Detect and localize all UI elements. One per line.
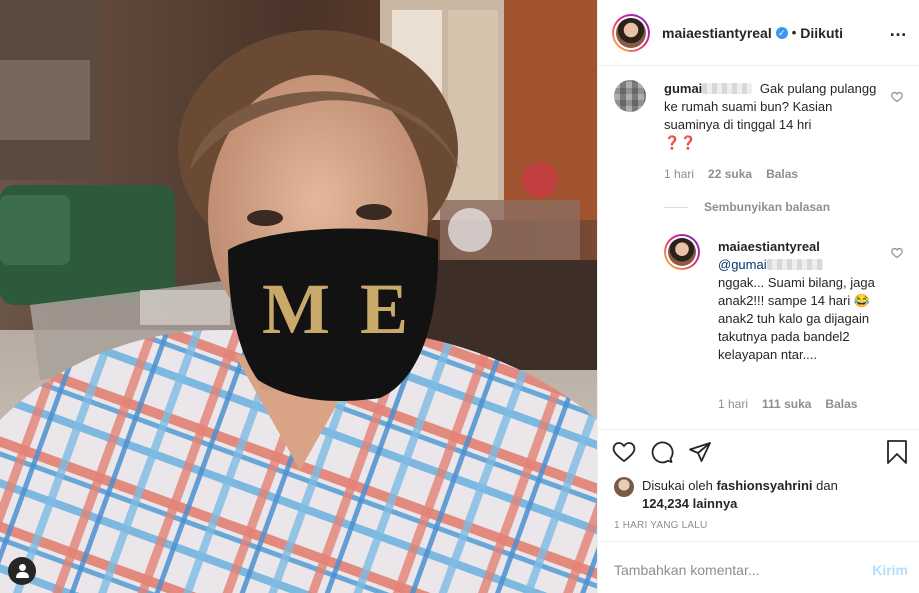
reply-text: maiaestiantyreal @gumai nggak... Suami b… xyxy=(718,238,888,364)
post-photo[interactable]: M E xyxy=(0,0,597,593)
post-side-panel: maiaestiantyreal ✓ • Diikuti … gumai Gak… xyxy=(597,0,919,593)
share-send-icon[interactable] xyxy=(688,440,712,464)
post-header: maiaestiantyreal ✓ • Diikuti … xyxy=(598,0,919,66)
separator-dot: • xyxy=(791,25,797,40)
comment-likes[interactable]: 22 suka xyxy=(708,167,752,181)
likes-count[interactable]: 124,234 lainnya xyxy=(642,496,737,511)
blurred-name xyxy=(702,83,753,94)
mask-letters: M E xyxy=(262,269,414,349)
likes-prefix: Disukai oleh xyxy=(642,478,713,493)
liker-username[interactable]: fashionsyahrini xyxy=(716,478,812,493)
reply-username[interactable]: maiaestiantyreal xyxy=(718,239,820,254)
post-actions: Disukai oleh fashionsyahrini dan 124,234… xyxy=(598,429,919,541)
comment-emoji: ❓❓ xyxy=(664,135,697,150)
reply-like-icon[interactable] xyxy=(891,247,903,259)
likes-summary: Disukai oleh fashionsyahrini dan 124,234… xyxy=(614,477,838,513)
comment-meta: 1 hari 22 suka Balas xyxy=(664,167,812,181)
reply-likes[interactable]: 111 suka xyxy=(762,397,811,411)
comment-like-icon[interactable] xyxy=(891,91,903,103)
reply-mention[interactable]: @gumai xyxy=(718,257,767,272)
owner-avatar[interactable] xyxy=(612,13,650,52)
reply-avatar[interactable] xyxy=(664,234,700,270)
reply-emoji: 😂 xyxy=(853,293,871,308)
post-comment-button[interactable]: Kirim xyxy=(872,562,908,578)
like-heart-icon[interactable] xyxy=(612,440,636,464)
owner-username[interactable]: maiaestiantyreal xyxy=(662,25,772,41)
comment-input[interactable]: Tambahkan komentar... xyxy=(614,562,760,578)
commenter-username[interactable]: gumai xyxy=(664,81,702,96)
reply-reply-button[interactable]: Balas xyxy=(825,397,857,411)
comments-list[interactable]: gumai Gak pulang pulangg ke rumah suami … xyxy=(598,67,919,429)
reply-line-1: nggak... Suami bilang, jaga anak2!!! sam… xyxy=(718,275,875,308)
hide-replies-button[interactable]: Sembunyikan balasan xyxy=(664,200,830,214)
comment-time[interactable]: 1 hari xyxy=(664,167,694,181)
follow-status-button[interactable]: Diikuti xyxy=(800,25,843,41)
commenter-avatar[interactable] xyxy=(614,80,646,112)
post-time-ago[interactable]: 1 HARI YANG LALU xyxy=(614,520,707,531)
blurred-mention xyxy=(766,259,823,270)
comment-text: gumai Gak pulang pulangg ke rumah suami … xyxy=(664,80,884,152)
verified-badge-icon: ✓ xyxy=(775,26,788,39)
reply-line-2: anak2 tuh kalo ga dijagain takutnya pada… xyxy=(718,311,870,362)
more-options-icon[interactable]: … xyxy=(889,20,908,41)
user-tag-icon[interactable] xyxy=(8,557,36,585)
save-bookmark-icon[interactable] xyxy=(886,440,908,464)
likes-conj: dan xyxy=(816,478,838,493)
comment-reply-button[interactable]: Balas xyxy=(766,167,798,181)
hide-replies-label: Sembunyikan balasan xyxy=(704,200,831,214)
reply-time[interactable]: 1 hari xyxy=(718,397,748,411)
comment-bubble-icon[interactable] xyxy=(650,440,674,464)
reply-meta: 1 hari 111 suka Balas xyxy=(718,397,871,411)
add-comment-bar: Tambahkan komentar... Kirim xyxy=(598,541,919,593)
liker-avatar[interactable] xyxy=(614,477,634,497)
